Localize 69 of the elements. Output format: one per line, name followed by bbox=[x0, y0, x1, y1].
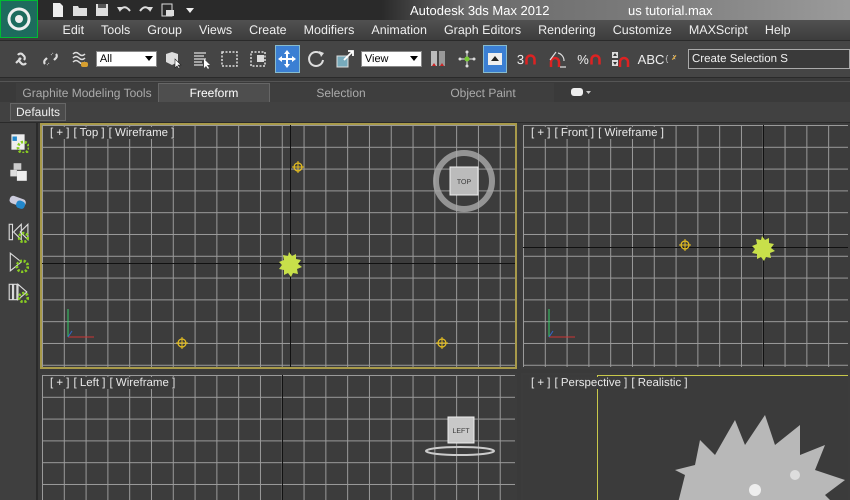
pivot-icon bbox=[456, 49, 477, 69]
dropdown[interactable]: All bbox=[96, 51, 157, 67]
angle-snap-icon bbox=[548, 49, 568, 69]
axis-tripod-icon bbox=[547, 307, 577, 339]
menu-item[interactable]: Group bbox=[138, 23, 190, 37]
viewport-label[interactable]: [ + ] bbox=[531, 127, 550, 139]
menu-item[interactable]: Rendering bbox=[530, 23, 604, 37]
snap-button[interactable]: 3 bbox=[511, 45, 542, 73]
helper-icon bbox=[176, 337, 188, 349]
project-icon[interactable] bbox=[160, 2, 176, 18]
snap-icon bbox=[525, 54, 536, 64]
viewport[interactable]: [ + ] [ Front ] [ Wireframe ] bbox=[521, 123, 850, 369]
helper-icon bbox=[436, 337, 448, 349]
named-selection-field[interactable]: Create Selection S bbox=[688, 49, 850, 69]
viewport-label[interactable]: [ Wireframe ] bbox=[109, 377, 176, 389]
play-icon[interactable] bbox=[7, 251, 29, 273]
menu-item[interactable]: Animation bbox=[362, 23, 436, 37]
caret-icon bbox=[144, 56, 153, 62]
viewport-label[interactable]: [ + ] bbox=[50, 127, 70, 139]
caret-icon bbox=[410, 56, 418, 62]
viewport-label[interactable]: [ Realistic ] bbox=[631, 377, 688, 389]
move-button[interactable] bbox=[275, 45, 300, 73]
manipulate-button[interactable] bbox=[482, 45, 508, 73]
blob-object bbox=[749, 235, 775, 261]
percent-snap-button[interactable]: % bbox=[574, 45, 604, 73]
app-logo-icon[interactable] bbox=[0, 0, 38, 38]
menu-item[interactable]: Tools bbox=[92, 23, 139, 37]
menu-item[interactable]: Modifiers bbox=[295, 23, 363, 37]
viewport-label[interactable]: [ + ] bbox=[531, 377, 550, 389]
viewport-label[interactable]: [ Front ] bbox=[554, 127, 594, 139]
dropdown[interactable]: View bbox=[360, 51, 422, 67]
percent-snap-icon bbox=[590, 54, 601, 64]
scale-icon bbox=[334, 49, 355, 69]
ribbon-tab[interactable]: Graphite Modeling Tools bbox=[16, 83, 158, 102]
ribbon-tab[interactable]: Object Paint bbox=[412, 83, 554, 102]
viewport-label[interactable]: [ Wireframe ] bbox=[598, 127, 664, 139]
spinner-snap-icon bbox=[610, 49, 630, 69]
step-icon[interactable] bbox=[7, 281, 29, 303]
ribbon-tab[interactable]: Selection bbox=[270, 83, 412, 102]
new-file-icon[interactable] bbox=[50, 2, 66, 18]
ribbon-tab[interactable]: Freeform bbox=[158, 83, 270, 102]
menu-item[interactable]: Graph Editors bbox=[435, 23, 530, 37]
menu-item[interactable]: Edit bbox=[54, 23, 93, 37]
viewport-label[interactable]: [ + ] bbox=[50, 377, 70, 389]
viewport-label[interactable]: [ Perspective ] bbox=[554, 377, 628, 389]
helper-icon bbox=[292, 161, 304, 173]
blob-object bbox=[276, 251, 302, 277]
menu-item[interactable]: Help bbox=[756, 23, 800, 37]
rewind-icon[interactable] bbox=[7, 221, 29, 243]
viewport-label[interactable]: [ Wireframe ] bbox=[108, 127, 174, 139]
menu-item[interactable]: Customize bbox=[604, 23, 680, 37]
axis-tripod-icon bbox=[66, 307, 96, 339]
viewport-label[interactable]: [ Top ] bbox=[74, 127, 105, 139]
helper-icon bbox=[679, 239, 691, 251]
file-name: us tutorial.max bbox=[628, 3, 713, 18]
viewport-label[interactable]: [ Left ] bbox=[74, 377, 106, 389]
menu-item[interactable]: Create bbox=[240, 23, 296, 37]
edit-sets-button[interactable]: ABC bbox=[636, 45, 678, 73]
window-icon bbox=[248, 49, 269, 69]
region-icon bbox=[220, 49, 240, 69]
window-title: Autodesk 3ds Max 2012 bbox=[410, 3, 550, 18]
rotate-icon bbox=[306, 49, 326, 69]
ribbon-menu-icon[interactable] bbox=[570, 85, 592, 99]
menu-item[interactable]: MAXScript bbox=[680, 23, 756, 37]
edit-sets-icon bbox=[665, 54, 677, 64]
move-icon bbox=[277, 49, 298, 69]
save-icon[interactable] bbox=[94, 2, 110, 18]
menu-item[interactable]: Views bbox=[190, 23, 241, 37]
panel-tab[interactable]: Defaults bbox=[10, 103, 66, 121]
